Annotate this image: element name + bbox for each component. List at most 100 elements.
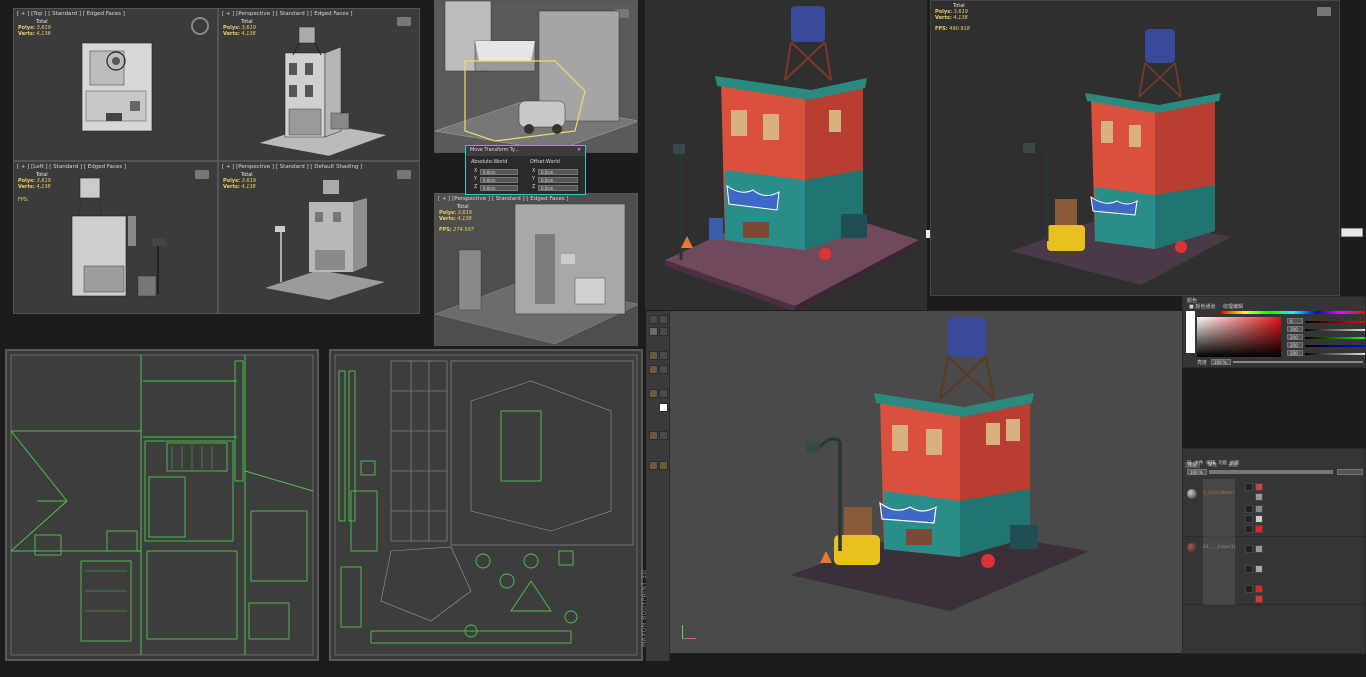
value-field-5[interactable]: 200 [1287,350,1303,356]
tool-extra2-icon[interactable] [659,461,668,470]
bodypaint-toolbar[interactable]: MAXON BODYPAINT 3D [641,311,670,661]
brightness-slider[interactable] [1233,361,1363,363]
maximize-icon[interactable] [1317,7,1331,16]
viewport-left[interactable]: [ + ] [Left ] [ Standard ] [ Edged Faces… [13,161,218,314]
brightness-field[interactable]: 100 % [1211,359,1231,365]
top-view-model [81,42,153,132]
shaded-building-model [265,180,385,300]
layer-thumbnail[interactable] [1255,585,1263,593]
move-transform-dialog[interactable]: Move Transform Ty... ✕ Absolute:World Off… [465,145,586,195]
tool-select-icon[interactable] [649,315,658,324]
absolute-world-label: Absolute:World [471,160,508,165]
menu-edit[interactable]: 编辑 [1206,461,1215,466]
building-render-3 [790,317,1090,611]
slider-c[interactable] [1305,345,1365,347]
maximize-icon[interactable] [195,170,209,179]
color-picker-square[interactable] [1197,317,1281,357]
tool-fill-icon[interactable] [649,351,658,360]
viewport-top[interactable]: [ + ] [Top ] [ Standard ] [ Edged Faces … [13,8,218,161]
panel-collapse-button[interactable] [1341,228,1363,237]
tool-smudge-icon[interactable] [649,365,658,374]
tool-picker-icon[interactable] [659,389,668,398]
tab-color-channel[interactable]: ■ 颜色通道 [1189,303,1215,310]
tool-move-icon[interactable] [659,315,668,324]
viewport-perspective-closeup[interactable] [434,0,638,153]
tool-eraser-icon[interactable] [659,327,668,336]
tool-color-icon[interactable] [659,403,668,412]
layer-material-1[interactable]: 0_Color(Base) [1183,479,1366,537]
menu-file[interactable]: 文件 [1194,461,1203,466]
layers-tab-strip[interactable]: 图层 属性 通道 [1185,451,1245,468]
visibility-eye-icon[interactable] [1245,565,1253,573]
visibility-eye-icon[interactable] [1245,515,1253,523]
visibility-eye-icon[interactable] [1245,505,1253,513]
layer-thumbnail[interactable] [1255,565,1263,573]
layers-panel[interactable]: 图层 属性 通道 层 文件 编辑 功能 纹理 100 % 0_Color(Bas… [1182,448,1366,654]
blend-mode-dropdown[interactable] [1337,469,1363,475]
layer-thumbnail[interactable] [1255,545,1263,553]
value-field-2[interactable]: 100 [1287,326,1303,332]
uv-layout-right[interactable] [329,349,643,661]
viewport-label: [ + ] [Perspective ] [ Standard ] [ Defa… [222,164,363,170]
layer-thumbnail[interactable] [1255,595,1263,603]
viewport-perspective-shaded[interactable]: [ + ] [Perspective ] [ Standard ] [ Defa… [218,161,420,314]
viewcube-icon[interactable] [191,17,209,35]
visibility-eye-icon[interactable] [1245,585,1253,593]
slider-b[interactable] [1305,337,1365,339]
tool-text-icon[interactable] [659,365,668,374]
menu-texture[interactable]: 纹理 [1230,461,1239,466]
layers-menu[interactable]: 层 文件 编辑 功能 纹理 [1187,460,1239,466]
bodypaint-viewport[interactable] [670,311,1182,653]
layer-group-bar [1203,537,1235,605]
visibility-eye-icon[interactable] [1245,545,1253,553]
tab-texture-edit[interactable]: 纹理编辑 [1223,303,1243,310]
maximize-icon[interactable] [397,17,411,26]
layer-thumbnail[interactable] [1255,515,1263,523]
visibility-eye-icon[interactable] [1245,483,1253,491]
opacity-slider[interactable] [1209,470,1333,474]
tool-brush-icon[interactable] [649,327,658,336]
render-view-secondary[interactable]: Total Polys: 3,619 Verts: 4,138 FPS: 490… [930,0,1340,296]
slider-d[interactable] [1305,353,1365,355]
layer-thumbnail[interactable] [1255,525,1263,533]
color-panel[interactable]: 颜色 ■ 颜色通道 纹理编辑 0 100 200 200 200 亮度 100 … [1182,296,1366,368]
tool-misc-icon[interactable] [659,431,668,440]
tool-layer-icon[interactable] [649,431,658,440]
abs-x-field[interactable]: 0.0cm [480,169,518,175]
value-field-3[interactable]: 200 [1287,334,1303,340]
visibility-eye-icon[interactable] [1245,525,1253,533]
blend-opacity-field[interactable]: 100 % [1187,469,1207,475]
menu-layer[interactable]: 层 [1187,461,1192,466]
off-axis-y: Y [532,177,535,182]
abs-z-field[interactable]: 0.0cm [480,185,518,191]
viewport-perspective-1[interactable]: [ + ] [Perspective ] [ Standard ] [ Edge… [218,8,420,161]
abs-y-field[interactable]: 0.0cm [480,177,518,183]
maximize-icon[interactable] [397,170,411,179]
layer-thumbnail[interactable] [1255,483,1263,491]
layer-thumbnail[interactable] [1255,505,1263,513]
off-x-field[interactable]: 0.0cm [538,169,578,175]
viewport-stats: Total Polys: 3,619 Verts: 4,138 FPS: 490… [935,3,970,32]
brand-text: MAXON BODYPAINT 3D [641,569,648,647]
menu-function[interactable]: 功能 [1218,461,1227,466]
hue-slider[interactable] [1221,311,1365,314]
value-field-1[interactable]: 0 [1287,318,1303,324]
uv-layout-left[interactable] [5,349,319,661]
off-z-field[interactable]: 0.0cm [538,185,578,191]
slider-g[interactable] [1305,329,1365,331]
viewport-perspective-4[interactable]: [ + ] [Perspective ] [ Standard ] [ Edge… [434,193,638,346]
layer-thumbnail[interactable] [1255,493,1263,501]
value-field-4[interactable]: 200 [1287,342,1303,348]
tool-extra-icon[interactable] [649,461,658,470]
slider-r[interactable] [1305,321,1365,323]
tool-gradient-icon[interactable] [649,389,658,398]
color-swatch-white[interactable] [1186,311,1195,353]
tool-clone-icon[interactable] [659,351,668,360]
render-view-main[interactable] [645,0,927,310]
brightness-label: 亮度 [1197,360,1208,366]
viewport-stats: Total Polys: 3,619 Verts: 4,138 [223,172,256,191]
layer-material-2[interactable]: 01_..._Color(1) [1183,537,1366,605]
close-icon[interactable]: ✕ [577,148,581,153]
layer-group-bar [1203,479,1235,537]
off-y-field[interactable]: 0.0cm [538,177,578,183]
